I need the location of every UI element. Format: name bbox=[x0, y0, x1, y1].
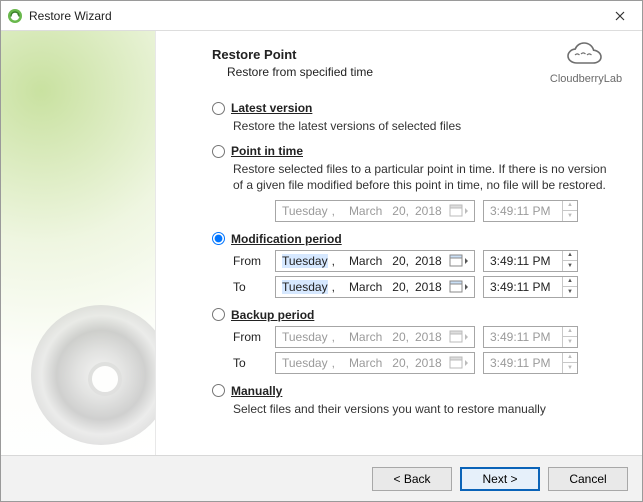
next-button[interactable]: Next > bbox=[460, 467, 540, 491]
option-point-in-time: Point in time Restore selected files to … bbox=[212, 144, 626, 221]
radio-manually[interactable] bbox=[212, 384, 225, 397]
option-latest-version: Latest version Restore the latest versio… bbox=[212, 101, 626, 134]
options-area: Latest version Restore the latest versio… bbox=[172, 85, 626, 455]
wizard-sidebar bbox=[1, 31, 156, 455]
time-spinner[interactable]: ▲▼ bbox=[562, 251, 577, 271]
wizard-main: Restore Point Restore from specified tim… bbox=[156, 31, 642, 455]
window-title: Restore Wizard bbox=[29, 9, 112, 23]
option-backup-period: Backup period From Tuesday , March 20, 2… bbox=[212, 308, 626, 374]
mod-from-label: From bbox=[233, 254, 267, 268]
wizard-body: Restore Point Restore from specified tim… bbox=[1, 31, 642, 455]
time-spinner: ▲▼ bbox=[562, 201, 577, 221]
desc-manually: Select files and their versions you want… bbox=[233, 401, 616, 417]
desc-point-in-time: Restore selected files to a particular p… bbox=[233, 161, 616, 193]
mod-from-date-picker[interactable]: Tuesday , March 20, 2018 bbox=[275, 250, 475, 272]
desc-latest-version: Restore the latest versions of selected … bbox=[233, 118, 616, 134]
label-backup-period[interactable]: Backup period bbox=[231, 308, 314, 322]
mod-to-label: To bbox=[233, 280, 267, 294]
calendar-icon bbox=[446, 354, 472, 372]
label-modification-period[interactable]: Modification period bbox=[231, 232, 342, 246]
bak-to-time-picker: 3:49:11 PM ▲▼ bbox=[483, 352, 578, 374]
bak-from-date-picker: Tuesday , March 20, 2018 bbox=[275, 326, 475, 348]
bak-from-time-picker: 3:49:11 PM ▲▼ bbox=[483, 326, 578, 348]
mod-to-date-picker[interactable]: Tuesday , March 20, 2018 bbox=[275, 276, 475, 298]
time-spinner[interactable]: ▲▼ bbox=[562, 277, 577, 297]
titlebar: Restore Wizard bbox=[1, 1, 642, 31]
option-modification-period: Modification period From Tuesday , March… bbox=[212, 232, 626, 298]
mod-to-time-picker[interactable]: 3:49:11 PM ▲▼ bbox=[483, 276, 578, 298]
bak-to-label: To bbox=[233, 356, 267, 370]
label-latest-version[interactable]: Latest version bbox=[231, 101, 312, 115]
radio-point-in-time[interactable] bbox=[212, 145, 225, 158]
disc-icon bbox=[31, 305, 156, 445]
restore-wizard-window: Restore Wizard Restore Point Restore fro… bbox=[0, 0, 643, 502]
radio-latest-version[interactable] bbox=[212, 102, 225, 115]
mod-from-time-picker[interactable]: 3:49:11 PM ▲▼ bbox=[483, 250, 578, 272]
pit-time-picker: 3:49:11 PM ▲▼ bbox=[483, 200, 578, 222]
brand-logo: CloudberryLab bbox=[546, 41, 626, 85]
pit-date-picker: Tuesday , March 20, 2018 bbox=[275, 200, 475, 222]
calendar-icon bbox=[446, 328, 472, 346]
page-title: Restore Point bbox=[212, 47, 546, 62]
bak-to-date-picker: Tuesday , March 20, 2018 bbox=[275, 352, 475, 374]
page-subtitle: Restore from specified time bbox=[227, 65, 546, 79]
option-manually: Manually Select files and their versions… bbox=[212, 384, 626, 417]
label-point-in-time[interactable]: Point in time bbox=[231, 144, 303, 158]
label-manually[interactable]: Manually bbox=[231, 384, 282, 398]
radio-modification-period[interactable] bbox=[212, 232, 225, 245]
wizard-footer: < Back Next > Cancel bbox=[1, 455, 642, 501]
calendar-icon bbox=[446, 202, 472, 220]
back-button[interactable]: < Back bbox=[372, 467, 452, 491]
cancel-button[interactable]: Cancel bbox=[548, 467, 628, 491]
radio-backup-period[interactable] bbox=[212, 308, 225, 321]
close-button[interactable] bbox=[597, 1, 642, 31]
app-icon bbox=[7, 8, 23, 24]
brand-name: CloudberryLab bbox=[550, 73, 622, 85]
calendar-dropdown-icon[interactable] bbox=[446, 252, 472, 270]
calendar-dropdown-icon[interactable] bbox=[446, 278, 472, 296]
bak-from-label: From bbox=[233, 330, 267, 344]
